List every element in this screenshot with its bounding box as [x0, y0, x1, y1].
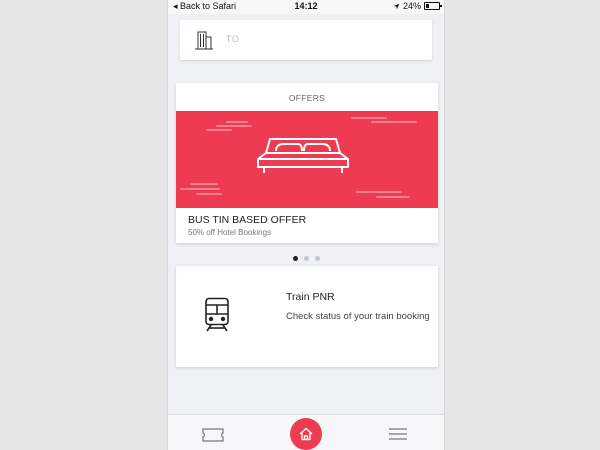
banner-decor-line [371, 121, 417, 123]
carousel-dot-2[interactable] [303, 256, 309, 261]
offer-title: BUS TIN BASED OFFER [188, 214, 307, 226]
banner-decor-line [376, 196, 410, 198]
train-icon [205, 297, 229, 332]
ticket-icon[interactable] [202, 428, 224, 442]
offers-header: OFFERS [288, 93, 326, 103]
bed-icon [257, 138, 349, 173]
home-icon [299, 427, 313, 441]
carousel-dot-1[interactable] [292, 256, 298, 261]
building-icon [195, 31, 213, 50]
banner-decor-line [190, 183, 218, 185]
status-right: 24% [393, 1, 442, 11]
status-bar: ◂ Back to Safari 14:12 24% [168, 0, 444, 14]
phone-screen: ◂ Back to Safari 14:12 24% TO OFFERS BUS… [168, 0, 444, 450]
destination-field[interactable]: TO [180, 20, 432, 60]
banner-decor-line [180, 188, 220, 190]
banner-decor-line [356, 191, 402, 193]
menu-icon[interactable] [389, 428, 407, 440]
banner-decor-line [226, 121, 248, 123]
train-pnr-description: Check status of your train booking [286, 311, 430, 322]
banner-decor-line [206, 129, 232, 131]
battery-icon [424, 2, 442, 10]
banner-decor-line [196, 193, 222, 195]
home-button[interactable] [290, 418, 322, 450]
carousel-dot-3[interactable] [314, 256, 320, 261]
to-placeholder: TO [226, 34, 240, 44]
offers-card[interactable]: OFFERS BUS TIN BASED OFFER 50% off Hotel… [176, 83, 438, 243]
carousel-pagination [168, 256, 444, 261]
offer-banner[interactable] [176, 111, 438, 208]
banner-decor-line [351, 117, 387, 119]
battery-percent: 24% [402, 1, 421, 11]
train-pnr-title: Train PNR [286, 291, 335, 303]
location-arrow-icon [393, 3, 400, 9]
train-pnr-card[interactable]: Train PNR Check status of your train boo… [176, 266, 438, 367]
banner-decor-line [216, 125, 252, 127]
offer-subtitle: 50% off Hotel Bookings [188, 228, 272, 237]
bottom-nav [168, 414, 444, 450]
